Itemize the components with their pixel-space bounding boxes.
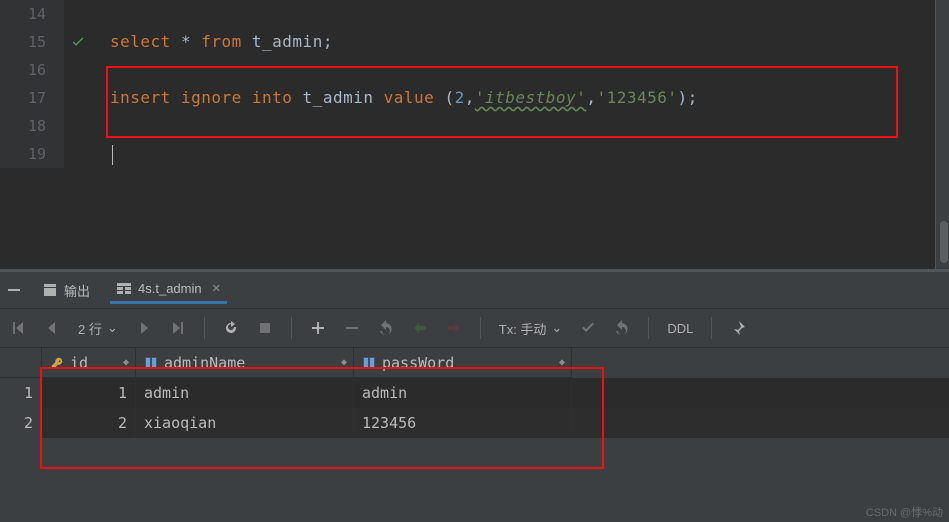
close-icon[interactable]: ✕	[212, 282, 221, 295]
row-count-label: 2 行	[78, 319, 102, 338]
sort-icon[interactable]: ◆	[123, 357, 129, 368]
grid-header-row: id ◆ adminName ◆ passWord ◆	[0, 348, 949, 378]
scrollbar-vertical[interactable]	[935, 0, 949, 269]
first-page-icon[interactable]	[10, 320, 26, 336]
cell-id[interactable]: 1	[42, 378, 136, 408]
output-icon	[42, 282, 58, 298]
tab-output[interactable]: 输出	[36, 277, 96, 304]
caret	[112, 145, 113, 165]
tx-mode-dropdown[interactable]: Tx: 手动 ⌄	[499, 319, 563, 338]
grid-body: 1 1 admin admin 2 2 xiaoqian 123456	[0, 378, 949, 438]
column-header-id[interactable]: id ◆	[42, 348, 136, 378]
cell-password[interactable]: admin	[354, 378, 572, 408]
reload-icon[interactable]	[223, 320, 239, 336]
column-label: passWord	[382, 354, 454, 372]
code-line: select * from t_admin;	[110, 28, 949, 56]
line-number: 15	[0, 28, 64, 56]
key-icon	[50, 356, 64, 370]
separator	[480, 317, 481, 339]
watermark: CSDN @悸%动	[866, 504, 943, 520]
next-page-icon[interactable]	[136, 320, 152, 336]
column-icon	[144, 356, 158, 370]
rollback-arrow-icon[interactable]	[446, 320, 462, 336]
result-panel: 输出 4s.t_admin ✕ 2 行 ⌄ Tx: 手动 ⌄ DDL	[0, 272, 949, 522]
line-number: 19	[0, 140, 64, 168]
code-line	[110, 56, 949, 84]
result-toolbar: 2 行 ⌄ Tx: 手动 ⌄ DDL	[0, 308, 949, 348]
column-icon	[362, 356, 376, 370]
scrollbar-thumb[interactable]	[940, 221, 948, 263]
column-header-adminname[interactable]: adminName ◆	[136, 348, 354, 378]
commit-check-icon[interactable]	[580, 320, 596, 336]
editor-gutter: 14 15 16 17 18 19	[0, 0, 64, 168]
sort-icon[interactable]: ◆	[341, 357, 347, 368]
result-tabs: 输出 4s.t_admin ✕	[0, 272, 949, 308]
check-icon	[70, 33, 86, 49]
code-line: insert ignore into t_admin value (2,'itb…	[110, 84, 949, 112]
row-count-dropdown[interactable]: 2 行 ⌄	[78, 319, 118, 338]
tx-label: Tx: 手动	[499, 319, 547, 338]
line-number: 16	[0, 56, 64, 84]
data-grid[interactable]: id ◆ adminName ◆ passWord ◆ 1 1 admin ad…	[0, 348, 949, 438]
last-page-icon[interactable]	[170, 320, 186, 336]
row-index: 2	[0, 408, 42, 438]
minimize-icon[interactable]	[6, 282, 22, 298]
separator	[291, 317, 292, 339]
separator	[204, 317, 205, 339]
stop-icon[interactable]	[257, 320, 273, 336]
commit-arrow-icon[interactable]	[412, 320, 428, 336]
table-row[interactable]: 1 1 admin admin	[0, 378, 949, 408]
table-row[interactable]: 2 2 xiaoqian 123456	[0, 408, 949, 438]
add-row-icon[interactable]	[310, 320, 326, 336]
chevron-down-icon: ⌄	[551, 320, 562, 336]
row-index: 1	[0, 378, 42, 408]
editor-panel: 14 15 16 17 18 19 select * from t_admin;…	[0, 0, 949, 168]
code-line	[110, 0, 949, 28]
code-line	[110, 140, 949, 168]
column-label: id	[70, 354, 88, 372]
line-number: 17	[0, 84, 64, 112]
pin-icon[interactable]	[730, 320, 746, 336]
chevron-down-icon: ⌄	[107, 320, 118, 336]
prev-page-icon[interactable]	[44, 320, 60, 336]
separator	[711, 317, 712, 339]
sort-icon[interactable]: ◆	[559, 357, 565, 368]
tab-label: 4s.t_admin	[138, 281, 202, 296]
tab-data-table[interactable]: 4s.t_admin ✕	[110, 277, 227, 304]
delete-row-icon[interactable]	[344, 320, 360, 336]
grid-corner	[0, 348, 42, 378]
table-icon	[116, 281, 132, 297]
line-number: 14	[0, 0, 64, 28]
cell-adminname[interactable]: xiaoqian	[136, 408, 354, 438]
revert-icon[interactable]	[378, 320, 394, 336]
column-header-password[interactable]: passWord ◆	[354, 348, 572, 378]
cell-id[interactable]: 2	[42, 408, 136, 438]
separator	[648, 317, 649, 339]
code-area[interactable]: select * from t_admin; insert ignore int…	[110, 0, 949, 168]
tab-label: 输出	[64, 281, 90, 300]
rollback-undo-icon[interactable]	[614, 320, 630, 336]
ddl-button[interactable]: DDL	[667, 321, 693, 336]
code-line	[110, 112, 949, 140]
cell-adminname[interactable]: admin	[136, 378, 354, 408]
line-number-text: 15	[28, 33, 46, 51]
column-label: adminName	[164, 354, 245, 372]
cell-password[interactable]: 123456	[354, 408, 572, 438]
line-number: 18	[0, 112, 64, 140]
